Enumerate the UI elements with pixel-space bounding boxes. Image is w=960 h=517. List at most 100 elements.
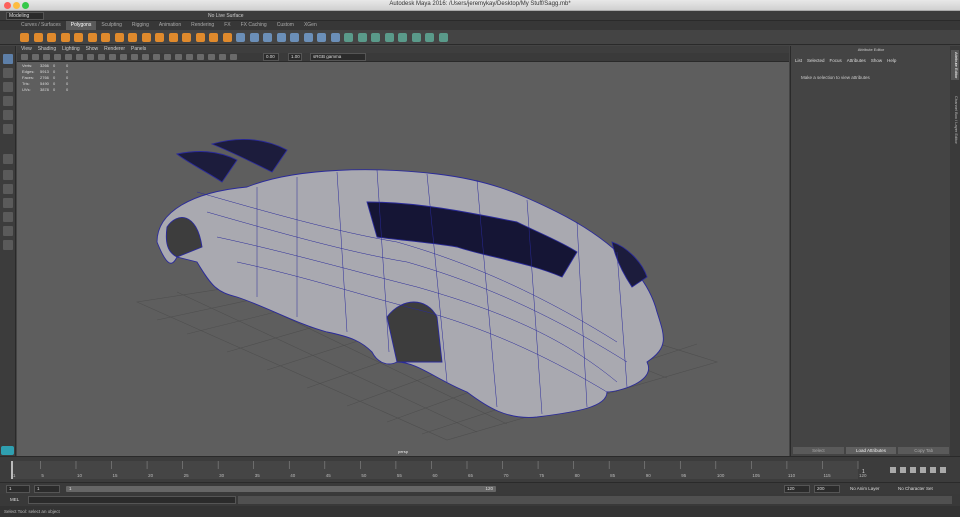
viewport-toolbar-icon[interactable]: [98, 54, 105, 60]
viewport-menu-shading[interactable]: Shading: [38, 46, 56, 53]
shelf-tab-curves-surfaces[interactable]: Curves / Surfaces: [16, 21, 66, 30]
shelf-tool-icon[interactable]: [276, 33, 286, 42]
viewport-toolbar-icon[interactable]: [120, 54, 127, 60]
shelf-tool-icon[interactable]: [20, 33, 29, 42]
play-forward-icon[interactable]: [920, 467, 926, 473]
shelf-tool-icon[interactable]: [411, 33, 421, 42]
lasso-tool-icon[interactable]: [3, 68, 13, 78]
viewport-toolbar-icon[interactable]: [142, 54, 149, 60]
shelf-tool-icon[interactable]: [141, 33, 151, 42]
rotate-tool-icon[interactable]: [3, 110, 13, 120]
shelf-tool-icon[interactable]: [114, 33, 124, 42]
attr-menu-help[interactable]: Help: [887, 58, 896, 63]
viewport-toolbar-icon[interactable]: [65, 54, 72, 60]
viewport-toolbar-icon[interactable]: [54, 54, 61, 60]
viewport-toolbar-icon[interactable]: [175, 54, 182, 60]
shelf-tool-icon[interactable]: [263, 33, 272, 42]
shelf-tool-icon[interactable]: [74, 33, 83, 42]
command-input[interactable]: [28, 496, 236, 504]
shelf-tool-icon[interactable]: [128, 33, 137, 42]
viewport-toolbar-icon[interactable]: [153, 54, 160, 60]
viewport-toolbar-icon[interactable]: [197, 54, 204, 60]
shelf-tool-icon[interactable]: [290, 33, 299, 42]
shelf-tab-fx[interactable]: FX: [219, 21, 235, 30]
channel-box-tab[interactable]: Channel Box / Layer Editor: [951, 94, 959, 146]
viewport-menu-lighting[interactable]: Lighting: [62, 46, 80, 53]
shelf-tool-icon[interactable]: [371, 33, 380, 42]
shelf-tool-icon[interactable]: [155, 33, 164, 42]
menuset-dropdown[interactable]: Modeling: [6, 12, 44, 20]
viewport-menu-panels[interactable]: Panels: [131, 46, 146, 53]
shelf-tool-icon[interactable]: [209, 33, 218, 42]
attr-menu-show[interactable]: Show: [871, 58, 882, 63]
shelf-tab-polygons[interactable]: Polygons: [65, 21, 97, 30]
play-back-icon[interactable]: [910, 467, 916, 473]
shelf-tool-icon[interactable]: [303, 33, 313, 42]
shelf-tab-rendering[interactable]: Rendering: [186, 21, 219, 30]
four-pane-layout-icon[interactable]: [3, 170, 13, 180]
skip-end-icon[interactable]: [940, 467, 946, 473]
current-frame-field[interactable]: 1: [862, 469, 865, 475]
attr-menu-attributes[interactable]: Attributes: [847, 58, 866, 63]
viewport-toolbar-icon[interactable]: [219, 54, 226, 60]
attribute-editor-tab[interactable]: Attribute Editor: [951, 50, 959, 81]
shelf-tool-icon[interactable]: [222, 33, 232, 42]
shelf-tool-icon[interactable]: [249, 33, 259, 42]
shelf-tab-rigging[interactable]: Rigging: [127, 21, 154, 30]
single-pane-layout-icon[interactable]: [3, 154, 13, 164]
custom-layout-icon[interactable]: [3, 240, 13, 250]
load-attributes-button[interactable]: Load Attributes: [845, 447, 897, 454]
viewport-toolbar-icon[interactable]: [43, 54, 50, 60]
anim-end-field[interactable]: 200: [814, 485, 840, 493]
shelf-tab-custom[interactable]: Custom: [272, 21, 299, 30]
viewport-toolbar-icon[interactable]: [21, 54, 28, 60]
viewport-toolbar-icon[interactable]: [186, 54, 193, 60]
shelf-tool-icon[interactable]: [330, 33, 340, 42]
shelf-tool-icon[interactable]: [195, 33, 205, 42]
skip-start-icon[interactable]: [890, 467, 896, 473]
viewport-toolbar-icon[interactable]: [164, 54, 171, 60]
current-time-marker[interactable]: [11, 461, 13, 479]
select-tool-icon[interactable]: [3, 54, 13, 64]
viewport-toolbar-icon[interactable]: [32, 54, 39, 60]
persp-outliner-layout-icon[interactable]: [3, 198, 13, 208]
outliner-layout-icon[interactable]: [3, 212, 13, 222]
gamma-field[interactable]: 0.00: [263, 53, 279, 61]
scale-tool-icon[interactable]: [3, 124, 13, 134]
step-forward-icon[interactable]: [930, 467, 936, 473]
viewport-menu-view[interactable]: View: [21, 46, 32, 53]
viewport-toolbar-icon[interactable]: [208, 54, 215, 60]
copy-tab-button[interactable]: Copy Tab: [898, 447, 950, 454]
attr-menu-focus[interactable]: Focus: [830, 58, 842, 63]
paint-select-tool-icon[interactable]: [3, 82, 13, 92]
attr-menu-selected[interactable]: Selected: [807, 58, 825, 63]
persp-viewport[interactable]: Verts: 3266 0 0 Edges: 5913 0 0 Faces: 2766 0 0 Tris…: [17, 62, 789, 456]
shelf-tool-icon[interactable]: [168, 33, 178, 42]
time-slider[interactable]: 1 5 10 15 20 25 30 35 40 45 50 55 60 65 70 75 80 85 90 95 10…: [0, 456, 960, 482]
shelf-tab-sculpting[interactable]: Sculpting: [96, 21, 127, 30]
shelf-tab-fx-caching[interactable]: FX Caching: [236, 21, 272, 30]
step-back-icon[interactable]: [900, 467, 906, 473]
shelf-tab-animation[interactable]: Animation: [154, 21, 186, 30]
shelf-tool-icon[interactable]: [398, 33, 407, 42]
shelf-tool-icon[interactable]: [438, 33, 448, 42]
graph-layout-icon[interactable]: [3, 226, 13, 236]
viewport-toolbar-icon[interactable]: [131, 54, 138, 60]
shelf-tool-icon[interactable]: [425, 33, 434, 42]
shelf-tool-icon[interactable]: [47, 33, 56, 42]
shelf-tool-icon[interactable]: [344, 33, 353, 42]
viewport-menu-show[interactable]: Show: [86, 46, 99, 53]
shelf-tool-icon[interactable]: [236, 33, 245, 42]
shelf-tool-icon[interactable]: [60, 33, 70, 42]
exposure-field[interactable]: 1.00: [288, 53, 302, 61]
shelf-tool-icon[interactable]: [357, 33, 367, 42]
shelf-tab-xgen[interactable]: XGen: [299, 21, 322, 30]
character-set-label[interactable]: No Character Set: [898, 486, 933, 491]
shelf-tool-icon[interactable]: [33, 33, 43, 42]
playback-end-field[interactable]: 120: [784, 485, 810, 493]
no-live-surface-label[interactable]: No Live Surface: [208, 13, 244, 19]
start-time-field[interactable]: 1: [6, 485, 30, 493]
move-tool-icon[interactable]: [3, 96, 13, 106]
shelf-tool-icon[interactable]: [101, 33, 110, 42]
mel-label[interactable]: MEL: [10, 497, 19, 502]
